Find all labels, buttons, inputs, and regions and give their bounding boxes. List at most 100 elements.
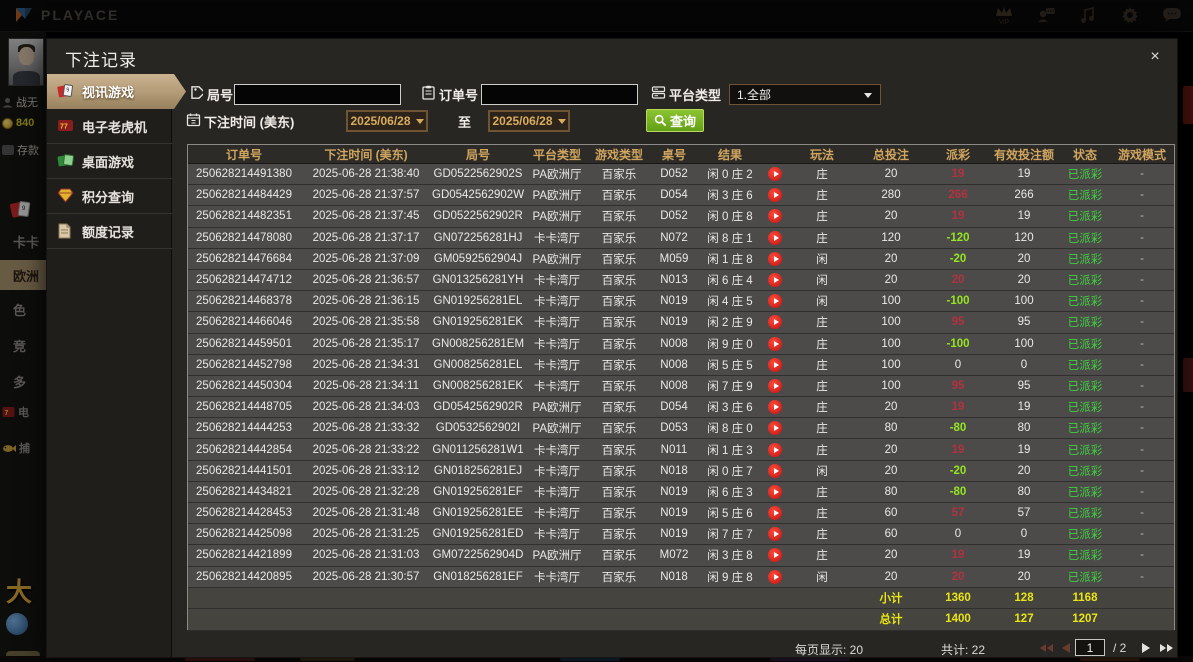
nav-item-table-games[interactable]: 桌面游戏 [47, 144, 172, 179]
cell-valid: 19 [1017, 210, 1031, 223]
cell-result: 闲 8 庄 1 [707, 232, 753, 245]
cell-platform: PA欧洲厅 [532, 550, 582, 563]
cell-play: 庄 [816, 508, 828, 521]
cell-time: 2025-06-28 21:36:15 [312, 295, 420, 308]
platform-label: 平台类型 [669, 88, 722, 103]
video-cell [760, 294, 790, 309]
cell-game: 百家乐 [601, 296, 637, 309]
cell-platform: 卡卡湾厅 [534, 380, 580, 393]
replay-video-icon[interactable] [768, 442, 782, 457]
cell-play: 庄 [816, 338, 828, 351]
cell-table: N013 [660, 274, 688, 287]
cell-total: 60 [884, 528, 898, 541]
cell-order: 250628214442854 [196, 443, 292, 456]
total-count-label: 共计: 22 [941, 643, 986, 657]
replay-video-icon[interactable] [768, 251, 782, 266]
round-input[interactable] [234, 84, 401, 105]
cell-mode: - [1140, 231, 1144, 244]
cell-order: 250628214441501 [196, 464, 292, 477]
cell-status: 已派彩 [1067, 550, 1103, 563]
cell-mode: - [1140, 379, 1144, 392]
nav-item-credit-records[interactable]: 额度记录 [47, 214, 172, 249]
cell-valid: 95 [1017, 379, 1031, 392]
last-page-icon[interactable] [1159, 641, 1173, 655]
cell-payout: 20 [951, 570, 965, 583]
clipboard-icon [422, 85, 435, 100]
slots-icon: 77 [57, 118, 74, 134]
replay-video-icon[interactable] [768, 315, 782, 330]
cell-time: 2025-06-28 21:31:48 [312, 507, 420, 520]
replay-video-icon[interactable] [768, 230, 782, 245]
first-page-icon[interactable] [1039, 641, 1053, 655]
cell-payout: 20 [951, 274, 965, 287]
cell-table: N008 [660, 379, 688, 392]
cell-mode: - [1140, 168, 1144, 181]
cell-status: 已派彩 [1067, 380, 1103, 393]
prev-page-icon[interactable] [1059, 641, 1073, 655]
replay-video-icon[interactable] [768, 357, 782, 372]
platform-select[interactable]: 1.全部 [729, 84, 881, 105]
cell-result: 闲 8 庄 0 [707, 423, 753, 436]
column-header: 局号 [465, 147, 490, 162]
table-header-row: 订单号 下注时间 (美东) 局号 平台类型 游戏类型 桌号 结果 玩法 总投注 派彩 有效投注额 状态… [188, 145, 1174, 164]
subtotal-row: 小计 1360 128 1168 [188, 587, 1174, 610]
cell-round: GD0522562902S [433, 168, 523, 181]
cell-game: 百家乐 [601, 380, 637, 393]
date-from-picker[interactable]: 2025/06/28 [346, 110, 428, 132]
cell-platform: PA欧洲厅 [532, 190, 582, 203]
cell-valid: 20 [1017, 252, 1031, 265]
next-page-icon[interactable] [1139, 641, 1153, 655]
table-row: 250628214476684 2025-06-28 21:37:09 GM0592… [188, 248, 1174, 270]
close-icon[interactable]: × [1146, 48, 1164, 66]
cell-mode: - [1140, 507, 1144, 520]
replay-video-icon[interactable] [768, 421, 782, 436]
video-cell [760, 357, 790, 372]
replay-video-icon[interactable] [768, 569, 782, 584]
nav-item-slots[interactable]: 77 电子老虎机 [47, 109, 172, 144]
cell-result: 闲 7 庄 7 [707, 529, 753, 542]
page-number-input[interactable] [1075, 639, 1105, 656]
cell-result: 闲 5 庄 6 [707, 508, 753, 521]
order-input[interactable] [481, 84, 638, 105]
cell-mode: - [1140, 485, 1144, 498]
cell-payout: 19 [951, 443, 965, 456]
grand-total-row: 总计 1400 127 1207 [188, 609, 1174, 631]
table-row: 250628214491380 2025-06-28 21:38:40 GD0522… [188, 164, 1174, 186]
replay-video-icon[interactable] [768, 294, 782, 309]
replay-video-icon[interactable] [768, 484, 782, 499]
cell-payout: 0 [954, 358, 962, 371]
pagination-bar: 每页显示: 20 共计: 22 / 2 [187, 637, 1175, 661]
cell-play: 闲 [816, 465, 828, 478]
cell-platform: 卡卡湾厅 [534, 275, 580, 288]
cell-status: 已派彩 [1067, 190, 1103, 203]
replay-video-icon[interactable] [768, 209, 782, 224]
replay-video-icon[interactable] [768, 400, 782, 415]
replay-video-icon[interactable] [768, 463, 782, 478]
cell-payout: 19 [951, 210, 965, 223]
replay-video-icon[interactable] [768, 188, 782, 203]
replay-video-icon[interactable] [768, 167, 782, 182]
nav-item-live-games[interactable]: 9 视讯游戏 [47, 74, 186, 109]
replay-video-icon[interactable] [768, 273, 782, 288]
cell-table: N019 [660, 295, 688, 308]
search-icon [654, 114, 667, 127]
cell-total: 20 [884, 464, 898, 477]
table-row: 250628214466046 2025-06-28 21:35:58 GN0192… [188, 312, 1174, 334]
nav-item-points[interactable]: 积分查询 [47, 179, 172, 214]
cell-play: 庄 [816, 550, 828, 563]
cell-game: 百家乐 [601, 190, 637, 203]
cell-valid: 266 [1014, 189, 1034, 202]
replay-video-icon[interactable] [768, 548, 782, 563]
date-to-picker[interactable]: 2025/06/28 [488, 110, 570, 132]
search-button[interactable]: 查询 [646, 109, 704, 132]
replay-video-icon[interactable] [768, 336, 782, 351]
cell-table: N008 [660, 358, 688, 371]
cell-result: 闲 7 庄 9 [707, 380, 753, 393]
cell-total: 20 [884, 443, 898, 456]
replay-video-icon[interactable] [768, 506, 782, 521]
cell-time: 2025-06-28 21:30:57 [312, 570, 420, 583]
replay-video-icon[interactable] [768, 527, 782, 542]
modal-title: 下注记录 [65, 51, 137, 70]
replay-video-icon[interactable] [768, 378, 782, 393]
cell-status: 已派彩 [1067, 317, 1103, 330]
